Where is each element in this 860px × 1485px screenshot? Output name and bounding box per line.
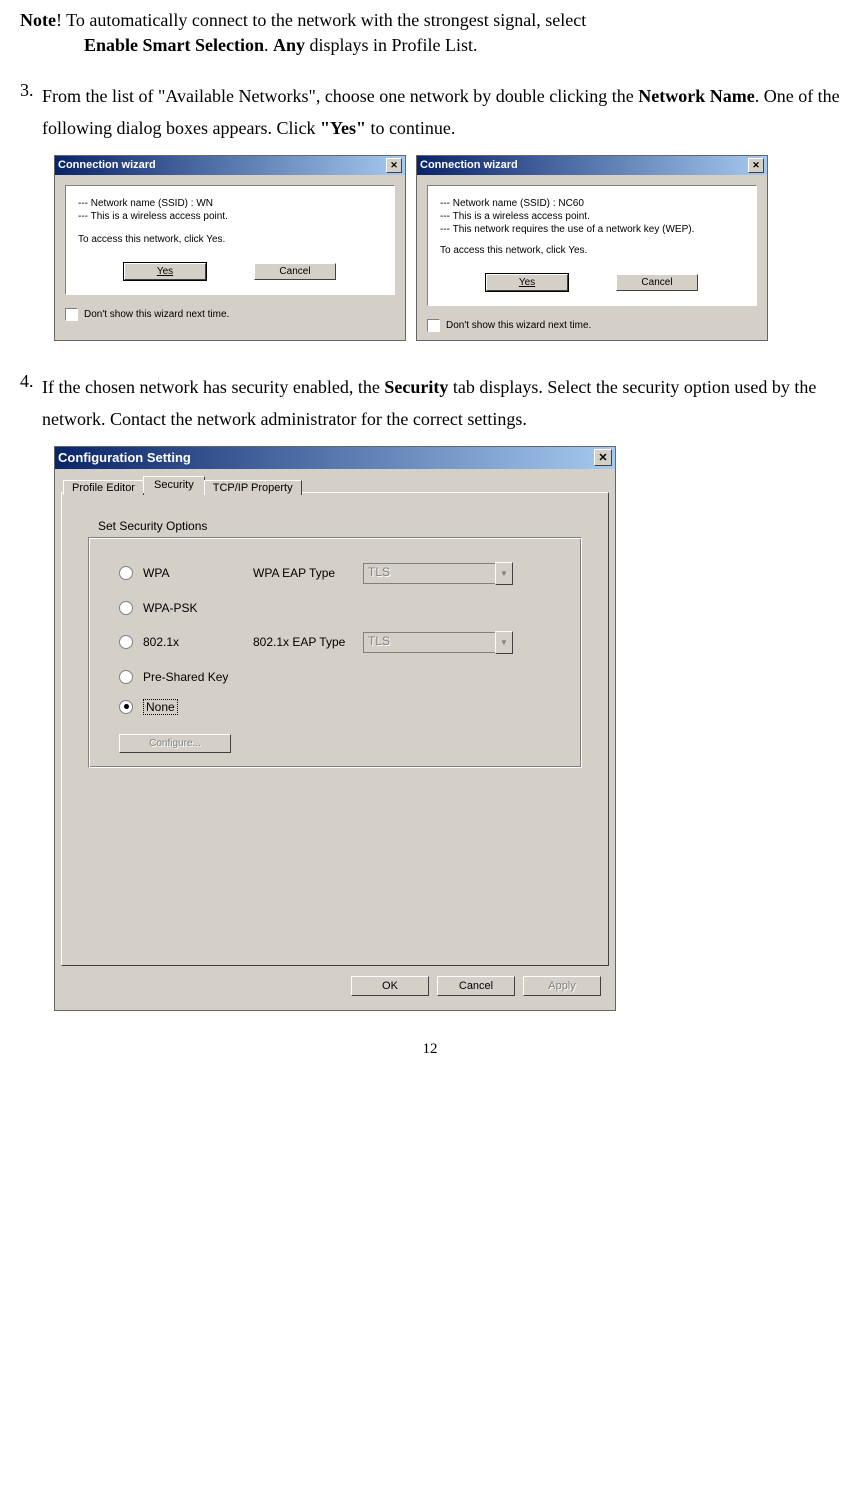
- config-tabs: Profile Editor Security TCP/IP Property: [63, 475, 609, 492]
- step-3: 3. From the list of "Available Networks"…: [44, 80, 840, 145]
- wizard-1-checkbox-row: Don't show this wizard next time.: [55, 305, 405, 329]
- step-3-bold-network-name: Network Name: [638, 86, 754, 106]
- combo-wpa-eap-value: TLS: [363, 563, 495, 584]
- tab-profile-editor[interactable]: Profile Editor: [63, 480, 144, 495]
- tab-tcpip-property[interactable]: TCP/IP Property: [204, 480, 302, 495]
- label-wpa: WPA: [143, 566, 253, 580]
- tab-security[interactable]: Security: [143, 476, 205, 493]
- configure-button[interactable]: Configure...: [119, 734, 231, 753]
- connection-wizard-2: Connection wizard ✕ --- Network name (SS…: [416, 155, 768, 341]
- connection-wizard-1: Connection wizard ✕ --- Network name (SS…: [54, 155, 406, 341]
- chevron-down-icon[interactable]: ▼: [495, 562, 513, 585]
- wizard-2-checkbox[interactable]: [427, 319, 440, 332]
- wizard-2-body: --- Network name (SSID) : NC60 --- This …: [427, 185, 757, 306]
- note-mid: .: [264, 35, 273, 55]
- wizard-1-titlebar: Connection wizard ✕: [55, 156, 405, 175]
- radio-wpa[interactable]: [119, 566, 133, 580]
- wizard-2-line-3: --- This network requires the use of a n…: [440, 224, 744, 235]
- step-3-number: 3.: [20, 80, 34, 101]
- step-3-text-c: to continue.: [366, 118, 455, 138]
- ok-button[interactable]: OK: [351, 976, 429, 996]
- combo-wpa-eap[interactable]: TLS ▼: [363, 562, 513, 585]
- step-4-bold-security: Security: [384, 377, 448, 397]
- label-preshared-key: Pre-Shared Key: [143, 670, 253, 684]
- option-wpapsk-row: WPA-PSK: [119, 601, 567, 615]
- label-wpa-psk: WPA-PSK: [143, 601, 253, 615]
- wizard-1-line-3: To access this network, click Yes.: [78, 234, 382, 245]
- step-3-bold-yes: "Yes": [320, 118, 366, 138]
- wizard-2-line-4: To access this network, click Yes.: [440, 245, 744, 256]
- wizard-1-checkbox[interactable]: [65, 308, 78, 321]
- config-title: Configuration Setting: [58, 449, 191, 467]
- label-wpa-eap: WPA EAP Type: [253, 566, 363, 580]
- option-wpa-row: WPA WPA EAP Type TLS ▼: [119, 562, 567, 585]
- wizard-2-checkbox-row: Don't show this wizard next time.: [417, 316, 767, 340]
- wizard-1-yes-button[interactable]: Yes: [124, 263, 206, 280]
- note-bold-any: Any: [273, 35, 305, 55]
- option-none-row: None: [119, 700, 567, 714]
- radio-wpa-psk[interactable]: [119, 601, 133, 615]
- wizard-2-line-1: --- Network name (SSID) : NC60: [440, 198, 744, 209]
- note-rest: displays in Profile List.: [305, 35, 478, 55]
- step-4-number: 4.: [20, 371, 34, 392]
- wizard-2-title: Connection wizard: [420, 158, 518, 173]
- step-4-text-a: If the chosen network has security enabl…: [42, 377, 384, 397]
- note-line-1: Note! To automatically connect to the ne…: [20, 10, 840, 31]
- label-none: None: [143, 700, 178, 714]
- option-psk-row: Pre-Shared Key: [119, 670, 567, 684]
- note-prefix: Note: [20, 10, 56, 30]
- security-group-label: Set Security Options: [98, 519, 592, 533]
- wizard-1-cancel-button[interactable]: Cancel: [254, 263, 336, 280]
- option-8021x-row: 802.1x 802.1x EAP Type TLS ▼: [119, 631, 567, 654]
- chevron-down-icon[interactable]: ▼: [495, 631, 513, 654]
- wizard-1-line-1: --- Network name (SSID) : WN: [78, 198, 382, 209]
- step-4: 4. If the chosen network has security en…: [44, 371, 840, 436]
- close-icon[interactable]: ✕: [748, 158, 764, 173]
- step-3-text-a: From the list of "Available Networks", c…: [42, 86, 638, 106]
- radio-8021x[interactable]: [119, 635, 133, 649]
- label-8021x-eap: 802.1x EAP Type: [253, 635, 363, 649]
- cancel-button[interactable]: Cancel: [437, 976, 515, 996]
- wizard-dialogs: Connection wizard ✕ --- Network name (SS…: [54, 155, 840, 341]
- wizard-1-checkbox-label: Don't show this wizard next time.: [84, 309, 229, 320]
- label-8021x: 802.1x: [143, 635, 253, 649]
- close-icon[interactable]: ✕: [594, 449, 612, 466]
- note-bold-enable: Enable Smart Selection: [84, 35, 264, 55]
- wizard-2-cancel-button[interactable]: Cancel: [616, 274, 698, 291]
- config-button-row: OK Cancel Apply: [61, 966, 609, 1004]
- config-titlebar: Configuration Setting ✕: [55, 447, 615, 469]
- radio-none[interactable]: [119, 700, 133, 714]
- wizard-1-title: Connection wizard: [58, 158, 156, 173]
- wizard-2-yes-button[interactable]: Yes: [486, 274, 568, 291]
- wizard-2-line-2: --- This is a wireless access point.: [440, 211, 744, 222]
- configuration-setting-dialog: Configuration Setting ✕ Profile Editor S…: [54, 446, 616, 1011]
- note-line-2: Enable Smart Selection. Any displays in …: [84, 35, 840, 56]
- note-text-1: ! To automatically connect to the networ…: [56, 10, 586, 30]
- security-options-group: WPA WPA EAP Type TLS ▼ WPA-PSK 802.1x 80…: [88, 537, 582, 768]
- close-icon[interactable]: ✕: [386, 158, 402, 173]
- apply-button[interactable]: Apply: [523, 976, 601, 996]
- combo-8021x-eap[interactable]: TLS ▼: [363, 631, 513, 654]
- combo-8021x-eap-value: TLS: [363, 632, 495, 653]
- wizard-1-line-2: --- This is a wireless access point.: [78, 211, 382, 222]
- radio-preshared-key[interactable]: [119, 670, 133, 684]
- wizard-1-body: --- Network name (SSID) : WN --- This is…: [65, 185, 395, 295]
- security-tab-panel: Set Security Options WPA WPA EAP Type TL…: [61, 492, 609, 966]
- wizard-2-titlebar: Connection wizard ✕: [417, 156, 767, 175]
- page-number: 12: [20, 1041, 840, 1058]
- wizard-2-checkbox-label: Don't show this wizard next time.: [446, 320, 591, 331]
